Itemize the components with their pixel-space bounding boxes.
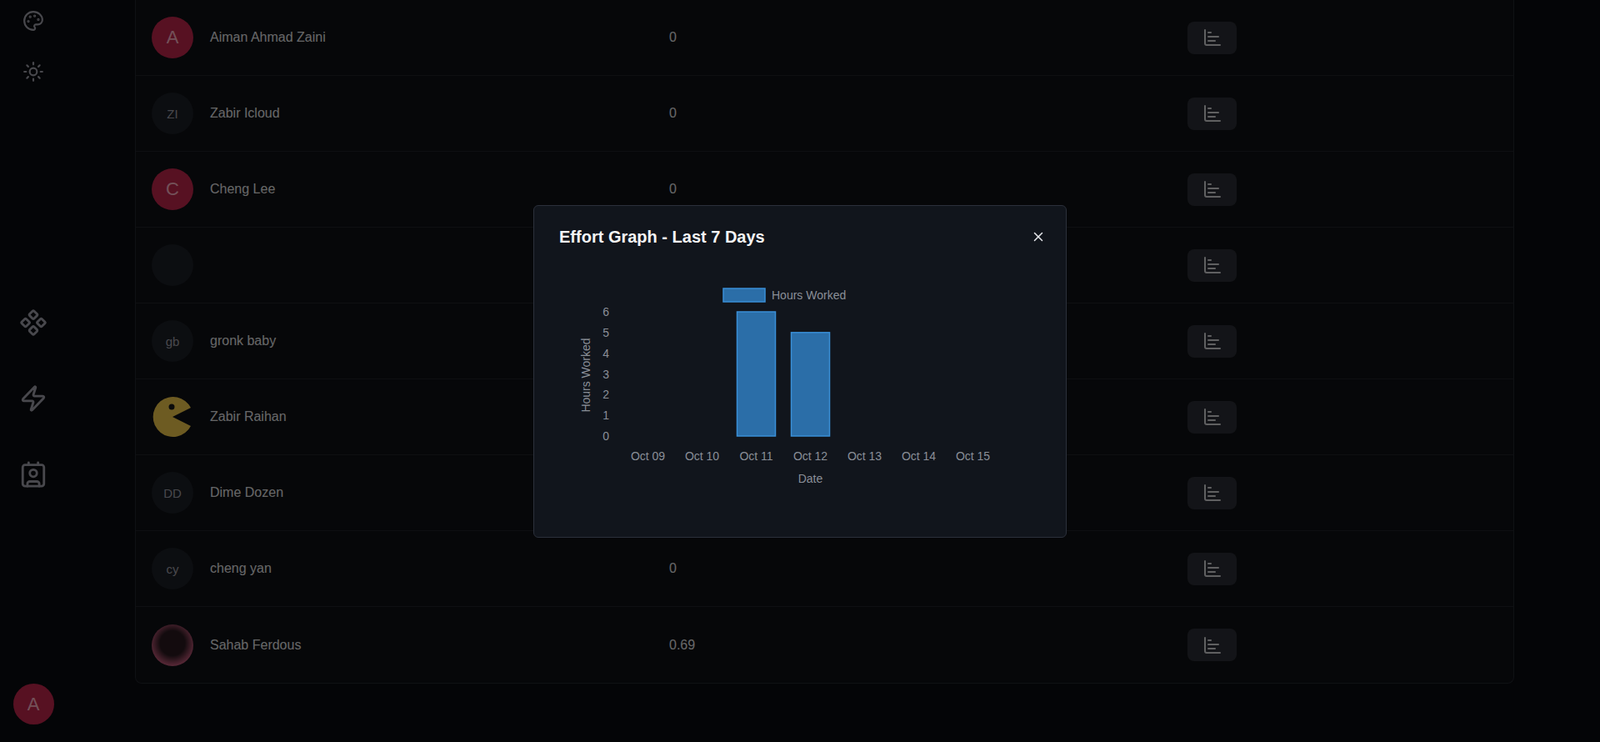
y-tick: 1 xyxy=(602,408,610,422)
bar[interactable] xyxy=(737,311,776,436)
bar[interactable] xyxy=(954,435,993,437)
y-tick: 5 xyxy=(602,325,610,339)
x-axis-title: Date xyxy=(798,471,824,485)
close-button[interactable] xyxy=(1029,227,1048,246)
bar[interactable] xyxy=(845,435,885,437)
y-tick: 2 xyxy=(602,387,610,401)
modal-overlay[interactable]: Effort Graph - Last 7 DaysHours WorkedHo… xyxy=(0,0,1600,742)
modal-title: Effort Graph - Last 7 Days xyxy=(559,227,765,247)
bar[interactable] xyxy=(629,435,668,437)
x-tick: Oct 14 xyxy=(901,449,936,463)
y-axis-title: Hours Worked xyxy=(579,337,593,412)
x-tick: Oct 11 xyxy=(739,449,773,463)
y-tick: 3 xyxy=(602,366,610,380)
y-tick: 4 xyxy=(602,345,610,360)
legend-swatch xyxy=(723,288,765,302)
x-tick: Oct 09 xyxy=(630,449,665,463)
x-tick: Oct 13 xyxy=(847,449,882,463)
x-tick: Oct 12 xyxy=(793,449,828,463)
y-tick: 6 xyxy=(602,305,610,319)
modal-header: Effort Graph - Last 7 Days xyxy=(559,227,1048,247)
legend-label[interactable]: Hours Worked xyxy=(771,288,846,302)
effort-modal: Effort Graph - Last 7 DaysHours WorkedHo… xyxy=(533,205,1067,538)
x-tick: Oct 15 xyxy=(955,449,990,463)
bar[interactable] xyxy=(683,435,722,437)
effort-chart: Hours Worked Hours Worked 0 1 2 3 4 5 6 Oct 09 Oct… xyxy=(559,256,1041,499)
bar[interactable] xyxy=(791,331,830,435)
x-tick: Oct 10 xyxy=(685,449,720,463)
page: AAAiman Ahmad Zaini0ZIZabir Icloud0CChen… xyxy=(0,0,1600,742)
close-icon xyxy=(1030,229,1046,245)
bar[interactable] xyxy=(900,435,939,437)
y-tick: 0 xyxy=(602,429,610,443)
